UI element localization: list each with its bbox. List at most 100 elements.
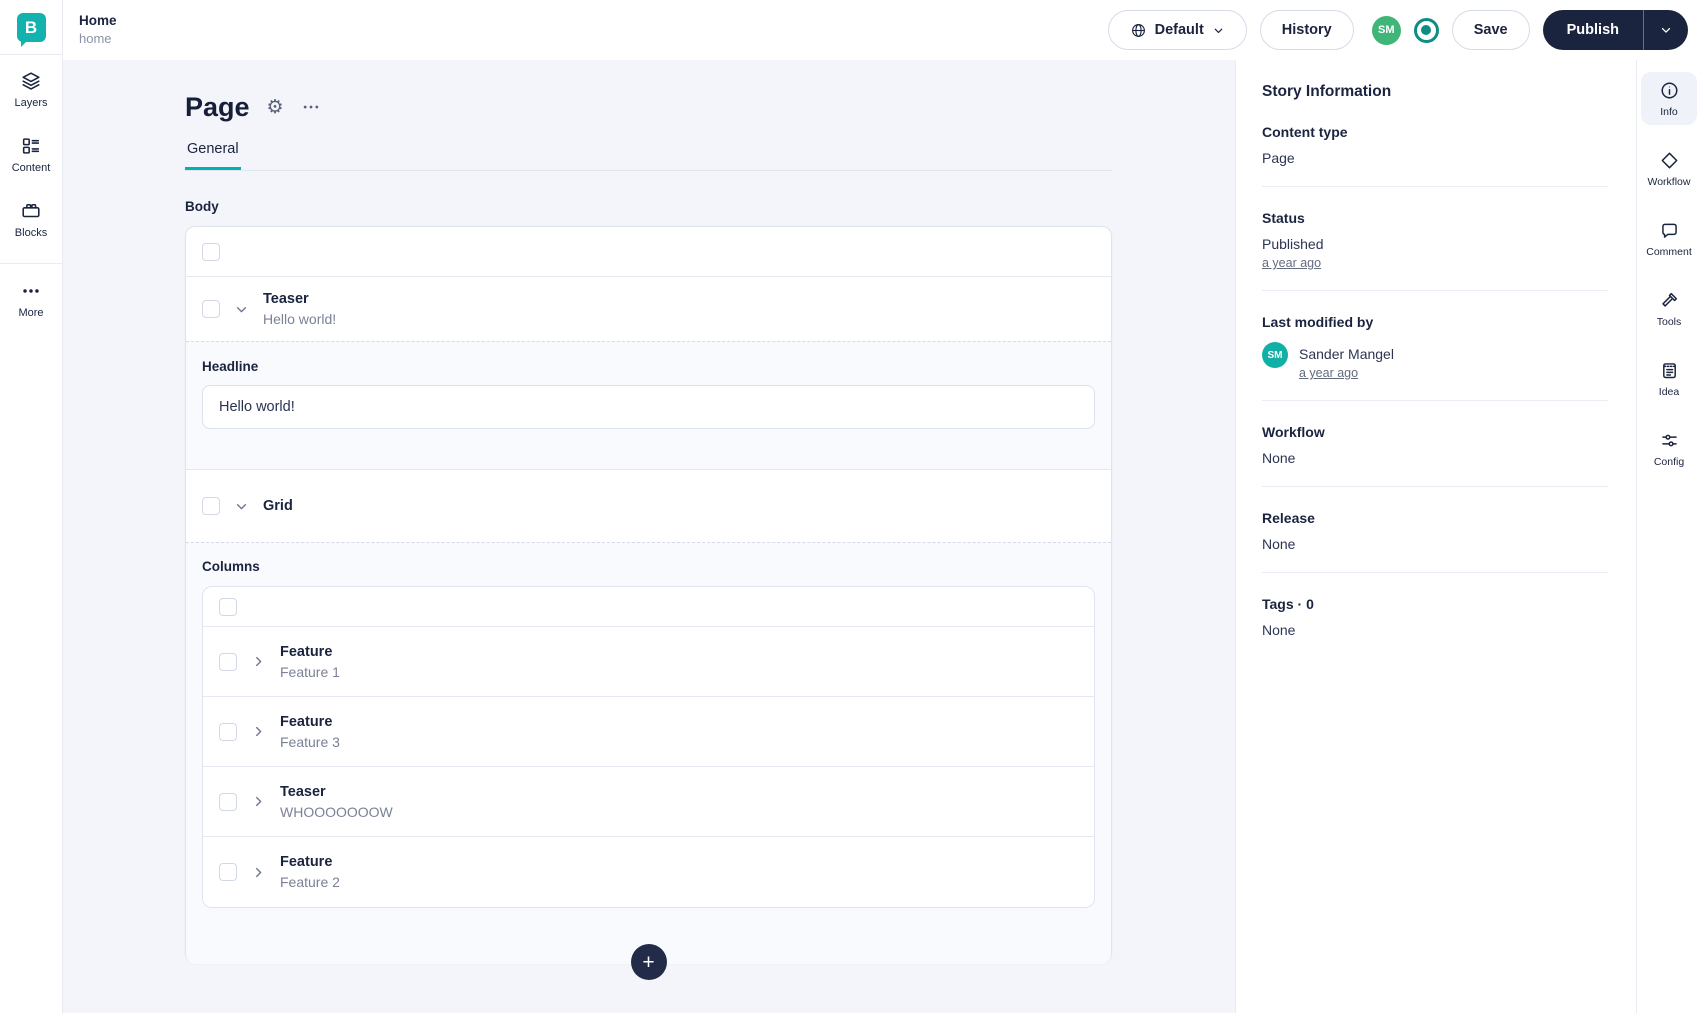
block-checkbox[interactable] — [219, 792, 237, 811]
divider — [1262, 572, 1608, 573]
tools-icon — [1661, 292, 1677, 307]
column-row-feature-1[interactable]: Feature Feature 1 — [203, 627, 1094, 697]
block-row-grid[interactable]: Grid — [186, 470, 1111, 542]
tab-label: Idea — [1658, 386, 1680, 398]
story-information-panel: Story Information Content type Page Stat… — [1235, 60, 1636, 1013]
block-checkbox[interactable] — [219, 863, 237, 881]
tab-comment[interactable]: Comment — [1641, 212, 1697, 265]
block-checkbox[interactable] — [202, 300, 220, 318]
column-row-teaser[interactable]: Teaser WHOOOOOOOW — [203, 767, 1094, 837]
block-info: Teaser WHOOOOOOOW — [280, 782, 393, 822]
save-button[interactable]: Save — [1451, 10, 1530, 50]
tab-tools[interactable]: Tools — [1641, 282, 1697, 335]
select-all-row — [203, 587, 1094, 627]
chevron-right-icon — [256, 796, 262, 807]
tab-bar: General — [185, 140, 1112, 171]
storyblok-app: B Layers Content Blocks More Home home D… — [0, 0, 1701, 1013]
collapse-toggle[interactable] — [233, 301, 250, 318]
teaser-expanded-section: Headline — [186, 341, 1111, 470]
release-label: Release — [1262, 510, 1315, 526]
body-blocks-panel: Teaser Hello world! Headline Hello world… — [185, 226, 1112, 980]
tab-config[interactable]: Config — [1641, 422, 1697, 475]
block-type: Teaser — [280, 783, 326, 800]
workflow-icon — [1661, 152, 1677, 169]
block-checkbox[interactable] — [219, 652, 237, 671]
collapse-toggle[interactable] — [233, 498, 250, 515]
tab-label: Config — [1653, 456, 1685, 468]
chevron-right-icon — [256, 867, 262, 877]
sidebar-item-content[interactable]: Content — [0, 135, 62, 174]
sidebar-divider — [0, 263, 62, 264]
publish-split-button: Publish — [1542, 10, 1688, 50]
gear-icon: ⚙ — [266, 95, 284, 118]
block-type: Feature — [280, 713, 333, 730]
chevron-right-icon — [256, 726, 262, 737]
config-icon — [1661, 434, 1677, 447]
publish-dropdown-button[interactable] — [1644, 10, 1688, 50]
globe-icon — [1131, 23, 1145, 37]
language-label: Default — [1154, 22, 1204, 38]
history-label: History — [1281, 22, 1332, 38]
storyblok-logo[interactable]: B — [16, 12, 46, 47]
expand-toggle[interactable] — [250, 793, 267, 810]
tags-label: Tags · 0 — [1262, 596, 1314, 612]
left-sidebar: B Layers Content Blocks More — [0, 0, 63, 1013]
block-info: Feature Feature 3 — [280, 712, 340, 752]
expand-toggle[interactable] — [250, 864, 267, 881]
more-icon — [23, 289, 39, 293]
status-time-link[interactable]: a year ago — [1262, 256, 1321, 270]
avatar-initials: SM — [1378, 24, 1395, 36]
editor-canvas: Page ⚙ General Body Teaser Hello world! … — [63, 60, 1235, 1013]
chevron-down-icon — [1661, 27, 1671, 33]
columns-panel: Feature Feature 1 Feature Feature 3 Teas… — [202, 586, 1095, 908]
language-selector[interactable]: Default — [1107, 10, 1247, 50]
workflow-label: Workflow — [1262, 424, 1325, 440]
info-icon — [1660, 82, 1678, 99]
modified-time-link[interactable]: a year ago — [1299, 366, 1358, 380]
comment-icon — [1661, 223, 1677, 238]
block-preview: Feature 1 — [280, 663, 340, 680]
user-avatar[interactable]: SM — [1371, 15, 1401, 45]
tab-info[interactable]: Info — [1641, 72, 1697, 125]
tab-idea[interactable]: Idea — [1641, 352, 1697, 405]
add-block-button[interactable]: + — [630, 944, 667, 980]
expand-toggle[interactable] — [250, 653, 267, 670]
more-options-button[interactable] — [301, 97, 321, 117]
last-modified-label: Last modified by — [1262, 314, 1374, 330]
tab-workflow[interactable]: Workflow — [1641, 142, 1697, 195]
tab-general[interactable]: General — [185, 141, 241, 170]
select-all-checkbox[interactable] — [202, 242, 220, 261]
sidebar-item-layers[interactable]: Layers — [0, 70, 62, 109]
layers-icon — [22, 72, 40, 90]
block-preview: Hello world! — [263, 311, 337, 327]
breadcrumb: Home home — [79, 11, 117, 49]
modified-user-name: Sander Mangel — [1299, 346, 1394, 362]
block-info: Teaser Hello world! — [263, 289, 336, 329]
content-type-label: Content type — [1262, 124, 1348, 140]
last-modified-row: SM Sander Mangel a year ago — [1262, 342, 1608, 380]
tags-value: None — [1262, 622, 1296, 638]
block-checkbox[interactable] — [202, 497, 220, 515]
right-sidebar: Info Workflow Comment Tools Idea Config — [1636, 60, 1701, 1013]
content-type-value: Page — [1262, 150, 1295, 166]
release-value: None — [1262, 536, 1296, 552]
divider — [1262, 400, 1608, 401]
column-row-feature-2[interactable]: Feature Feature 2 — [203, 837, 1094, 907]
select-all-checkbox[interactable] — [219, 597, 237, 616]
headline-input[interactable] — [202, 385, 1095, 429]
settings-button[interactable]: ⚙ — [266, 95, 284, 118]
grid-expanded-section: Columns Feature Feature 1 Feature Featur… — [186, 542, 1111, 964]
block-checkbox[interactable] — [219, 722, 237, 741]
expand-toggle[interactable] — [250, 723, 267, 740]
sidebar-item-label: More — [18, 307, 44, 319]
sidebar-item-blocks[interactable]: Blocks — [0, 200, 62, 239]
sidebar-item-more[interactable]: More — [0, 280, 62, 319]
columns-field-label: Columns — [202, 559, 260, 574]
publish-button[interactable]: Publish — [1543, 10, 1643, 50]
column-row-feature-3[interactable]: Feature Feature 3 — [203, 697, 1094, 767]
presence-indicator-icon[interactable] — [1413, 17, 1439, 43]
plus-icon: + — [642, 950, 655, 974]
block-row-teaser[interactable]: Teaser Hello world! — [186, 277, 1111, 341]
history-button[interactable]: History — [1259, 10, 1354, 50]
blocks-icon — [22, 203, 40, 218]
